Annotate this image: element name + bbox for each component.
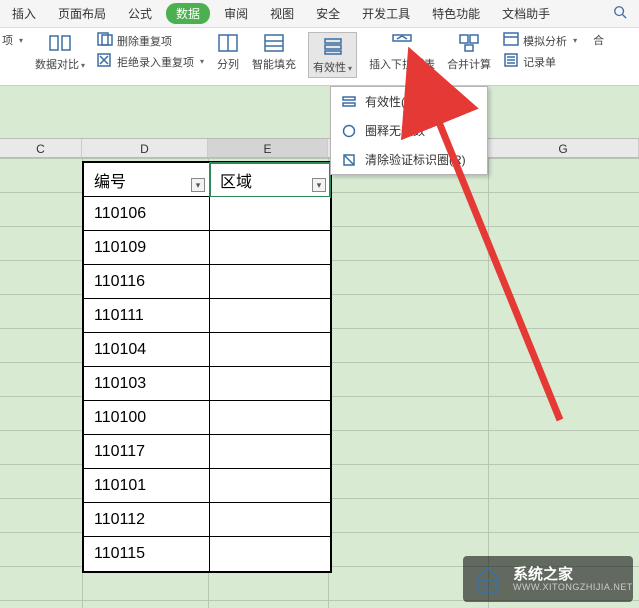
tab-review[interactable]: 审阅 [216,1,256,26]
menu-clear-circles[interactable]: 清除验证标识圈(R) [331,145,487,174]
split-columns-icon [216,32,240,54]
header-code-label: 编号 [94,168,126,192]
col-c[interactable]: C [0,139,82,157]
header-region-label: 区域 [220,168,252,192]
ribbon: 项▾ 数据对比▾ 删除重复项 拒绝录入重复项▾ 分列 智能填充 有效性▾ 插入下… [0,28,639,86]
data-table: 编号 ▾ 区域 ▾ 110106 110109 110116 110111 11… [82,161,332,573]
tab-view[interactable]: 视图 [262,1,302,26]
table-row[interactable] [210,503,330,537]
validity-dropdown-menu: 有效性(V) 圈释无效数 清除验证标识圈(R) [330,86,488,175]
filter-region-icon[interactable]: ▾ [312,178,326,192]
record-form-button[interactable]: 记录单 [503,53,577,70]
menu-circle-invalid[interactable]: 圈释无效数 [331,116,487,145]
table-row[interactable]: 110103 [84,367,210,401]
tab-devtools[interactable]: 开发工具 [354,1,418,26]
simulation-label: 模拟分析 [523,33,567,49]
tab-insert[interactable]: 插入 [4,1,44,26]
watermark-title: 系统之家 [513,567,633,582]
menu-circle-invalid-icon [341,123,357,139]
table-row[interactable] [210,537,330,571]
reject-duplicate-icon [97,53,113,70]
split-columns-label: 分列 [217,56,239,72]
filter-code-icon[interactable]: ▾ [191,178,205,192]
merge-calc-button[interactable]: 合并计算 [447,32,491,72]
smart-fill-button[interactable]: 智能填充 [252,32,296,72]
tab-special[interactable]: 特色功能 [424,1,488,26]
ribbon-right-cut-label: 合 [593,32,604,48]
menu-clear-circles-label: 清除验证标识圈(R) [365,151,466,168]
tab-formula[interactable]: 公式 [120,1,160,26]
ribbon-right-cut[interactable]: 合 [593,32,604,48]
merge-calc-label: 合并计算 [447,56,491,72]
menu-validity-icon [341,94,357,110]
tab-pagelayout[interactable]: 页面布局 [50,1,114,26]
ribbon-left-dropdown[interactable]: 项▾ [2,32,23,48]
menu-circle-invalid-label: 圈释无效数 [365,122,425,139]
validity-button[interactable]: 有效性▾ [308,32,357,78]
header-code[interactable]: 编号 ▾ [84,163,210,197]
table-row[interactable]: 110112 [84,503,210,537]
col-g[interactable]: G [488,139,639,157]
insert-dropdown-label: 插入下拉列表 [369,56,435,72]
table-row[interactable] [210,401,330,435]
smart-fill-icon [262,32,286,54]
data-compare-button[interactable]: 数据对比▾ [35,32,85,72]
tab-security[interactable]: 安全 [308,1,348,26]
data-compare-icon [48,32,72,54]
validity-label: 有效性 [313,62,346,74]
table-row[interactable]: 110109 [84,231,210,265]
record-form-icon [503,53,519,70]
table-row[interactable] [210,299,330,333]
ribbon-left-dropdown-label: 项 [2,32,13,48]
reject-duplicate-label: 拒绝录入重复项 [117,54,194,70]
simulation-icon [503,32,519,49]
col-d[interactable]: D [82,139,208,157]
table-row[interactable] [210,435,330,469]
table-row[interactable]: 110115 [84,537,210,571]
record-form-label: 记录单 [523,54,556,70]
header-region[interactable]: 区域 ▾ [210,163,330,197]
table-row[interactable]: 110106 [84,197,210,231]
delete-duplicates-button[interactable]: 删除重复项 [97,32,204,49]
merge-calc-icon [457,32,481,54]
table-row[interactable] [210,333,330,367]
table-row[interactable]: 110104 [84,333,210,367]
menu-validity[interactable]: 有效性(V) [331,87,487,116]
watermark: 系统之家 WWW.XITONGZHIJIA.NET [463,556,633,602]
insert-dropdown-list-button[interactable]: 插入下拉列表 [369,32,435,72]
watermark-url: WWW.XITONGZHIJIA.NET [513,582,633,592]
column-headers: C D E G [0,138,639,158]
menu-clear-circles-icon [341,152,357,168]
smart-fill-label: 智能填充 [252,56,296,72]
split-columns-button[interactable]: 分列 [216,32,240,72]
table-row[interactable]: 110100 [84,401,210,435]
validity-icon [321,35,345,57]
table-row[interactable]: 110101 [84,469,210,503]
table-row[interactable] [210,469,330,503]
table-row[interactable] [210,367,330,401]
search-icon[interactable] [613,5,635,22]
delete-duplicates-label: 删除重复项 [117,33,172,49]
table-row[interactable]: 110111 [84,299,210,333]
table-row[interactable] [210,265,330,299]
tab-data[interactable]: 数据 [166,3,210,24]
table-row[interactable] [210,231,330,265]
ribbon-tabs: 插入 页面布局 公式 数据 审阅 视图 安全 开发工具 特色功能 文档助手 [0,0,639,28]
table-row[interactable]: 110116 [84,265,210,299]
reject-duplicate-entry-button[interactable]: 拒绝录入重复项▾ [97,53,204,70]
simulation-analysis-button[interactable]: 模拟分析▾ [503,32,577,49]
delete-duplicates-icon [97,32,113,49]
col-e[interactable]: E [208,139,328,157]
table-row[interactable] [210,197,330,231]
menu-validity-label: 有效性(V) [365,93,417,110]
table-row[interactable]: 110117 [84,435,210,469]
tab-dochelper[interactable]: 文档助手 [494,1,558,26]
insert-dropdown-icon [390,32,414,54]
data-compare-label: 数据对比 [35,59,79,71]
